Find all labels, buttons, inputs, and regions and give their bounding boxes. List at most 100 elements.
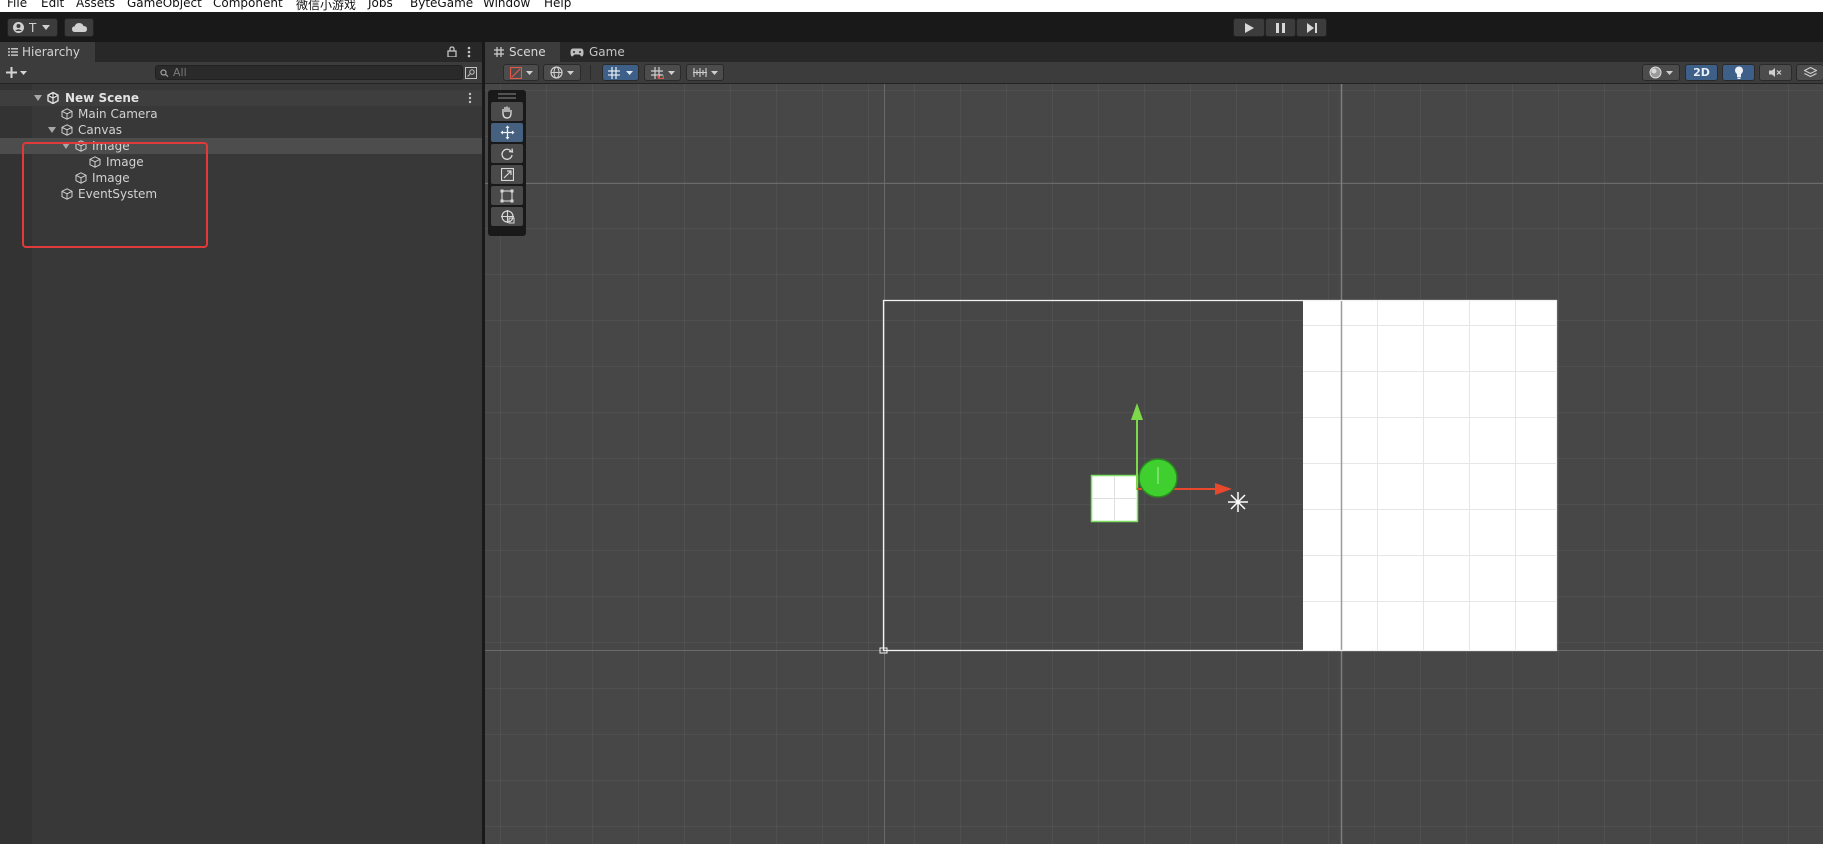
menu-help[interactable]: Help xyxy=(544,0,571,10)
drag-handle-icon[interactable] xyxy=(498,93,516,99)
shading-sphere-icon xyxy=(1649,66,1662,79)
scene-grid-icon xyxy=(494,47,504,57)
global-local-dropdown[interactable] xyxy=(543,64,581,81)
tab-scene[interactable]: Scene xyxy=(485,42,560,62)
gameobject-cube-icon xyxy=(75,140,87,152)
chevron-down-icon xyxy=(567,70,574,75)
hierarchy-item-image[interactable]: Image xyxy=(0,170,482,186)
lock-icon[interactable] xyxy=(447,46,457,57)
play-icon xyxy=(1244,22,1254,33)
chevron-down-icon xyxy=(667,70,675,75)
tab-scene-label: Scene xyxy=(509,45,546,59)
hand-icon xyxy=(502,106,512,119)
tab-hierarchy[interactable]: Hierarchy xyxy=(0,42,95,62)
menu-window[interactable]: Window xyxy=(483,0,530,10)
create-button[interactable] xyxy=(6,65,32,80)
account-label: T xyxy=(29,20,37,35)
menu-jobs[interactable]: Jobs xyxy=(368,0,393,10)
hierarchy-tab-label: Hierarchy xyxy=(22,45,81,59)
plus-icon xyxy=(6,67,17,78)
lighting-toggle[interactable] xyxy=(1722,64,1755,81)
account-dropdown[interactable]: T xyxy=(7,18,58,37)
unity-scene-icon xyxy=(47,92,59,104)
search-icon xyxy=(160,69,169,77)
globe-icon xyxy=(550,66,563,79)
play-button[interactable] xyxy=(1233,18,1265,37)
chevron-down-icon xyxy=(1666,70,1673,75)
chevron-down-icon xyxy=(626,70,633,75)
expand-arrow-icon[interactable] xyxy=(34,95,42,101)
ruler-icon xyxy=(692,68,707,77)
grid-toggle[interactable] xyxy=(602,64,639,81)
tool-palette xyxy=(488,90,526,236)
menu-component[interactable]: Component xyxy=(213,0,283,10)
gameobject-cube-icon xyxy=(75,172,87,184)
gameobject-cube-icon xyxy=(89,156,101,168)
hierarchy-item-eventsystem[interactable]: EventSystem xyxy=(0,186,482,202)
layers-icon xyxy=(1803,66,1817,77)
pause-icon xyxy=(1276,22,1285,33)
rotate-tool-button[interactable] xyxy=(491,144,523,163)
hierarchy-toolbar: All xyxy=(0,62,482,84)
effects-dropdown[interactable] xyxy=(1796,64,1823,81)
chevron-down-icon xyxy=(20,70,27,75)
hand-tool-button[interactable] xyxy=(491,102,523,121)
audio-toggle[interactable] xyxy=(1759,64,1792,81)
chevron-down-icon xyxy=(42,25,51,30)
scene-toolbar: 2D xyxy=(485,62,1823,84)
expand-arrow-icon[interactable] xyxy=(48,127,56,133)
scene-root-row[interactable]: New Scene xyxy=(0,90,482,106)
menu-edit[interactable]: Edit xyxy=(41,0,64,10)
hierarchy-panel: Hierarchy All New Scene Main Camera Canv… xyxy=(0,42,482,844)
rect-tool-button[interactable] xyxy=(491,186,523,205)
menu-bar: File Edit Assets GameObject Component 微信… xyxy=(0,0,1823,12)
scene-name: New Scene xyxy=(65,91,140,105)
menu-assets[interactable]: Assets xyxy=(76,0,115,10)
toolbar-separator xyxy=(590,65,591,80)
cloud-icon xyxy=(71,23,87,32)
menu-bytegame[interactable]: ByteGame xyxy=(410,0,473,10)
step-icon xyxy=(1306,22,1317,33)
snap-grid-dropdown[interactable] xyxy=(644,64,681,81)
hierarchy-item-main-camera[interactable]: Main Camera xyxy=(0,106,482,122)
tab-game-label: Game xyxy=(589,45,625,59)
mode-2d-toggle[interactable]: 2D xyxy=(1685,64,1718,81)
gameobject-cube-icon xyxy=(61,188,73,200)
hierarchy-item-image-selected[interactable]: Image xyxy=(0,138,482,154)
hierarchy-item-label: Canvas xyxy=(78,123,123,137)
anchor-star-icon xyxy=(1228,492,1248,512)
tab-game[interactable]: Game xyxy=(570,42,640,62)
pause-button[interactable] xyxy=(1265,18,1296,37)
shading-mode-dropdown[interactable] xyxy=(1642,64,1680,81)
menu-gameobject[interactable]: GameObject xyxy=(127,0,202,10)
rotate-icon xyxy=(501,147,514,160)
menu-file[interactable]: File xyxy=(7,0,27,10)
chevron-down-icon xyxy=(710,70,718,75)
hierarchy-item-image-child[interactable]: Image xyxy=(0,154,482,170)
transform-combined-icon xyxy=(500,210,514,224)
step-button[interactable] xyxy=(1296,18,1327,37)
more-options-icon[interactable] xyxy=(467,46,471,58)
expand-arrow-icon[interactable] xyxy=(62,143,70,149)
scale-tool-button[interactable] xyxy=(491,165,523,184)
move-arrows-icon xyxy=(500,125,514,140)
search-by-type-icon[interactable] xyxy=(465,67,477,79)
hierarchy-item-label: Main Camera xyxy=(78,107,158,121)
menu-wechat-minigame[interactable]: 微信小游戏 xyxy=(296,0,356,12)
scene-options-icon[interactable] xyxy=(468,92,472,104)
increment-snap-dropdown[interactable] xyxy=(686,64,724,81)
move-gizmo-x-arrow xyxy=(1215,483,1232,495)
hierarchy-tabbar: Hierarchy xyxy=(0,42,482,62)
hierarchy-item-canvas[interactable]: Canvas xyxy=(0,122,482,138)
snap-grid-icon xyxy=(650,66,664,79)
grid-icon xyxy=(608,66,620,79)
cloud-button[interactable] xyxy=(64,18,94,37)
move-tool-button[interactable] xyxy=(491,123,523,142)
hierarchy-item-label: EventSystem xyxy=(78,187,158,201)
scene-viewport[interactable] xyxy=(485,84,1823,844)
transform-tool-button[interactable] xyxy=(491,207,523,226)
scene-panel: Scene Game 2D xyxy=(485,42,1823,844)
main-toolbar: T xyxy=(0,12,1823,42)
hierarchy-search-input[interactable]: All xyxy=(155,65,463,80)
draw-mode-dropdown[interactable] xyxy=(503,64,539,81)
